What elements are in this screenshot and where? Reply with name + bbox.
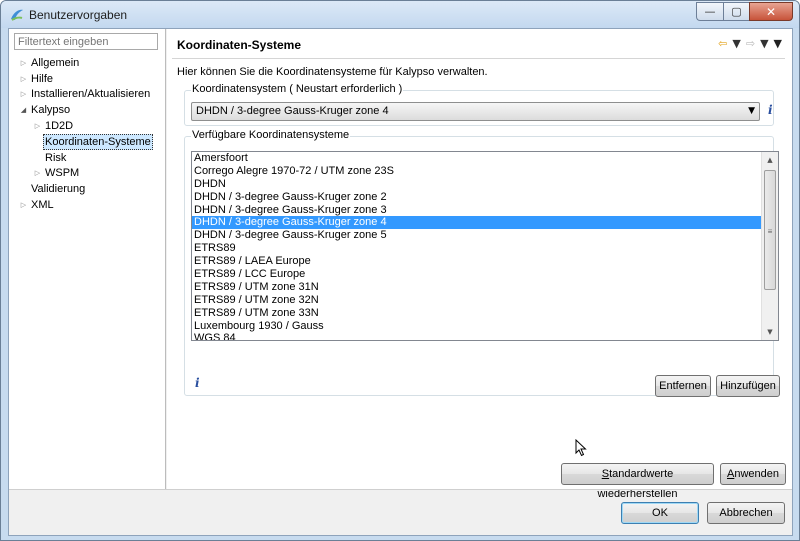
tree-item-label: 1D2D xyxy=(45,120,74,133)
list-items-container: Amersfoort Corrego Alegre 1970-72 / UTM z… xyxy=(192,152,778,340)
expand-arrow-icon[interactable]: ▷ xyxy=(18,201,29,209)
mouse-cursor-icon xyxy=(575,439,587,457)
tree-item[interactable]: ◢ Kalypso xyxy=(9,102,165,118)
view-menu-icon[interactable]: ▼ xyxy=(774,37,782,50)
tree-item-label: Validierung xyxy=(31,183,86,196)
close-button[interactable]: ✕ xyxy=(749,2,793,21)
coordinate-system-group: Koordinatensystem ( Neustart erforderlic… xyxy=(184,83,774,126)
available-systems-group-label: Verfügbare Koordinatensysteme xyxy=(191,129,351,141)
page-title: Koordinaten-Systeme xyxy=(177,38,302,52)
available-systems-list[interactable]: Amersfoort Corrego Alegre 1970-72 / UTM z… xyxy=(191,151,779,341)
scroll-down-icon[interactable]: ▼ xyxy=(762,324,778,340)
footer-separator xyxy=(9,489,792,490)
collapse-arrow-icon[interactable]: ◢ xyxy=(18,106,29,114)
apply-button[interactable]: Anwenden xyxy=(720,463,786,485)
list-item[interactable]: Corrego Alegre 1970-72 / UTM zone 23S xyxy=(192,165,778,178)
preference-tree: ▷ Allgemein ▷ Hilfe ▷ Installieren/Aktualisie… xyxy=(9,55,165,213)
list-item[interactable]: ETRS89 / LAEA Europe xyxy=(192,255,778,268)
dialog-client-area: ▷Allgemein▷Hilfe▷Installieren/Aktualisie… xyxy=(8,28,793,536)
tree-item[interactable]: ▷ Hilfe xyxy=(9,71,165,87)
list-item[interactable]: Amersfoort xyxy=(192,152,778,165)
tree-item-label: WSPM xyxy=(45,167,80,180)
back-arrow-icon[interactable]: ⇦ xyxy=(718,37,727,50)
cancel-button[interactable]: Abbrechen xyxy=(707,502,785,524)
tree-item-label: Hilfe xyxy=(31,72,54,85)
tree-item[interactable]: Risk xyxy=(9,150,165,166)
tree-item[interactable]: ▷ XML xyxy=(9,197,165,213)
list-info-icon[interactable]: i xyxy=(195,376,200,390)
tree-item-label: Installieren/Aktualisieren xyxy=(31,88,151,101)
coordinate-system-group-label: Koordinatensystem ( Neustart erforderlic… xyxy=(191,83,404,95)
title-bar[interactable]: Benutzervorgaben — ▢ ✕ xyxy=(1,1,799,28)
window-controls: — ▢ ✕ xyxy=(696,2,793,21)
tree-item-label: Kalypso xyxy=(31,104,71,117)
chevron-down-icon: ▼ xyxy=(748,106,755,116)
vertical-scrollbar[interactable]: ▲ ≡ ▼ xyxy=(761,152,778,340)
list-item[interactable]: DHDN / 3-degree Gauss-Kruger zone 5 xyxy=(192,229,778,242)
list-item[interactable]: DHDN xyxy=(192,178,778,191)
expand-arrow-icon[interactable]: ▷ xyxy=(32,122,43,130)
minimize-icon: — xyxy=(704,5,716,18)
combo-value: DHDN / 3-degree Gauss-Kruger zone 4 xyxy=(196,105,389,117)
list-item[interactable]: ETRS89 / UTM zone 33N xyxy=(192,307,778,320)
restore-rest: tandardwerte wiederherstellen xyxy=(597,468,678,500)
remove-button[interactable]: Entfernen xyxy=(655,375,711,397)
list-item[interactable]: WGS 84 xyxy=(192,332,778,340)
minimize-button[interactable]: — xyxy=(696,2,723,21)
tree-item[interactable]: ▷ Allgemein xyxy=(9,55,165,71)
eclipse-app-icon xyxy=(11,9,23,21)
list-item[interactable]: ETRS89 / LCC Europe xyxy=(192,268,778,281)
page-description: Hier können Sie die Koordinatensysteme f… xyxy=(177,66,488,78)
tree-item-label: Koordinaten-Systeme xyxy=(43,133,153,150)
tree-item-label: Risk xyxy=(45,151,67,164)
tree-item-label: XML xyxy=(31,199,54,212)
title-separator xyxy=(172,58,785,59)
coordinate-system-combo[interactable]: DHDN / 3-degree Gauss-Kruger zone 4 ▼ xyxy=(191,102,760,121)
ok-button[interactable]: OK xyxy=(621,502,699,524)
list-item[interactable]: ETRS89 / UTM zone 32N xyxy=(192,294,778,307)
list-item[interactable]: DHDN / 3-degree Gauss-Kruger zone 2 xyxy=(192,191,778,204)
expand-arrow-icon[interactable]: ▷ xyxy=(18,59,29,67)
preference-navigation: ▷Allgemein▷Hilfe▷Installieren/Aktualisie… xyxy=(9,29,166,489)
info-icon[interactable]: i xyxy=(768,103,773,117)
expand-arrow-icon[interactable]: ▷ xyxy=(18,75,29,83)
add-button[interactable]: Hinzufügen xyxy=(716,375,780,397)
restore-defaults-button[interactable]: Standardwerte wiederherstellen xyxy=(561,463,714,500)
tree-item[interactable]: ▷ Installieren/Aktualisieren xyxy=(9,87,165,103)
window-title: Benutzervorgaben xyxy=(29,8,128,22)
tree-item-label: Allgemein xyxy=(31,56,80,69)
list-item[interactable]: ETRS89 xyxy=(192,242,778,255)
tree-item[interactable]: Koordinaten-Systeme xyxy=(9,133,165,150)
tree-item[interactable]: Validierung xyxy=(9,181,165,197)
grip-icon: ≡ xyxy=(767,227,773,236)
page-navigation: ⇦ ▼ ⇨ ▼ ▼ xyxy=(718,37,782,50)
tree-item[interactable]: ▷ WSPM xyxy=(9,166,165,182)
list-item[interactable]: Luxembourg 1930 / Gauss xyxy=(192,320,778,333)
list-item[interactable]: DHDN / 3-degree Gauss-Kruger zone 3 xyxy=(192,204,778,217)
scroll-up-icon[interactable]: ▲ xyxy=(762,152,778,168)
expand-arrow-icon[interactable]: ▷ xyxy=(18,90,29,98)
list-item[interactable]: DHDN / 3-degree Gauss-Kruger zone 4 xyxy=(192,216,778,230)
maximize-icon: ▢ xyxy=(731,5,742,18)
forward-arrow-icon[interactable]: ⇨ xyxy=(746,37,755,50)
scrollbar-thumb[interactable]: ≡ xyxy=(764,170,776,290)
list-item[interactable]: ETRS89 / UTM zone 31N xyxy=(192,281,778,294)
forward-dropdown-icon[interactable]: ▼ xyxy=(760,37,768,50)
maximize-button[interactable]: ▢ xyxy=(723,2,749,21)
tree-item[interactable]: ▷ 1D2D xyxy=(9,118,165,134)
expand-arrow-icon[interactable]: ▷ xyxy=(32,169,43,177)
close-icon: ✕ xyxy=(765,4,777,19)
preferences-window: Benutzervorgaben — ▢ ✕ ▷Allgemein▷Hilfe▷… xyxy=(0,0,800,541)
available-systems-group: Verfügbare Koordinatensysteme Amersfoort… xyxy=(184,129,780,397)
back-dropdown-icon[interactable]: ▼ xyxy=(732,37,740,50)
filter-input[interactable] xyxy=(14,33,158,50)
restore-accel: S xyxy=(601,468,610,480)
preference-page: Koordinaten-Systeme ⇦ ▼ ⇨ ▼ ▼ Hier könne… xyxy=(167,29,792,500)
apply-rest: nwenden xyxy=(734,468,779,480)
